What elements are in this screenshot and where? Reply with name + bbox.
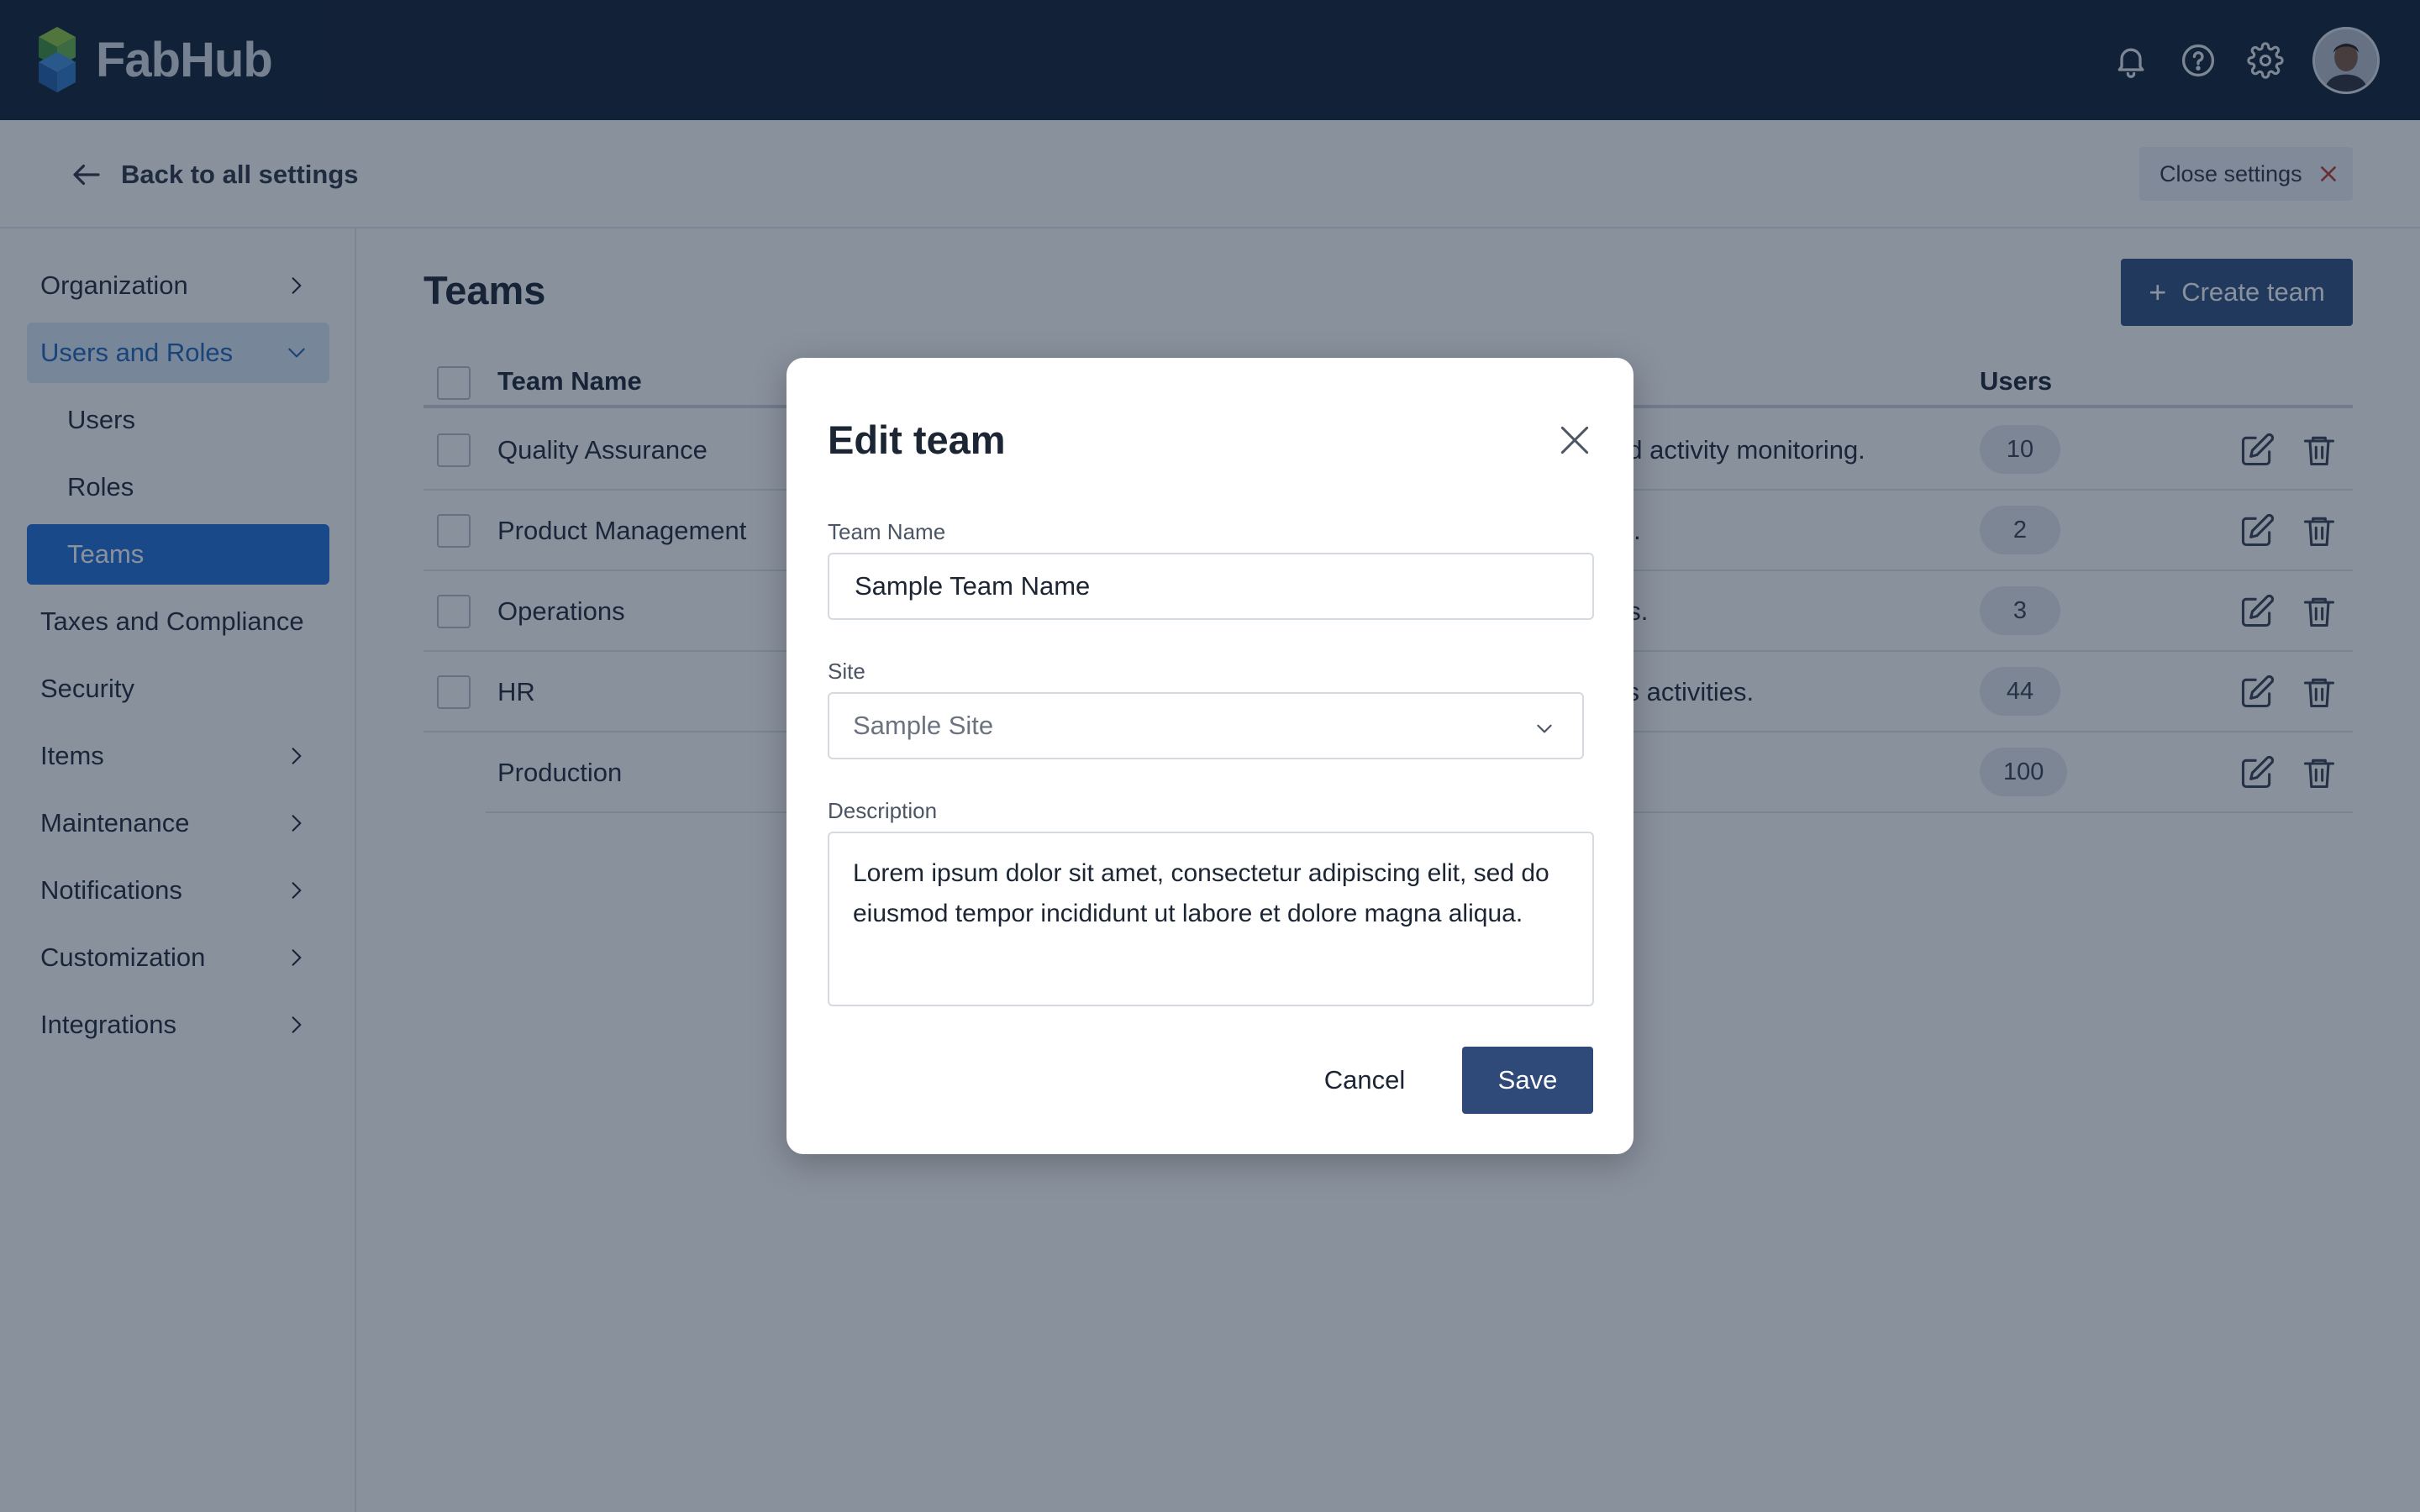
cancel-button[interactable]: Cancel	[1294, 1047, 1435, 1114]
site-label: Site	[828, 659, 865, 684]
save-button[interactable]: Save	[1462, 1047, 1593, 1114]
site-select[interactable]: Sample Site	[828, 692, 1584, 759]
dialog-title: Edit team	[828, 417, 1006, 462]
description-textarea[interactable]: Lorem ipsum dolor sit amet, consectetur …	[828, 832, 1594, 1006]
chevron-down-icon	[1537, 724, 1552, 733]
edit-team-dialog: Edit team Team Name Site Sample Site Des…	[786, 358, 1634, 1154]
description-label: Description	[828, 798, 938, 823]
close-icon[interactable]	[1556, 422, 1593, 459]
site-select-value: Sample Site	[853, 711, 994, 740]
team-name-label: Team Name	[828, 519, 946, 544]
team-name-input[interactable]	[828, 553, 1594, 620]
